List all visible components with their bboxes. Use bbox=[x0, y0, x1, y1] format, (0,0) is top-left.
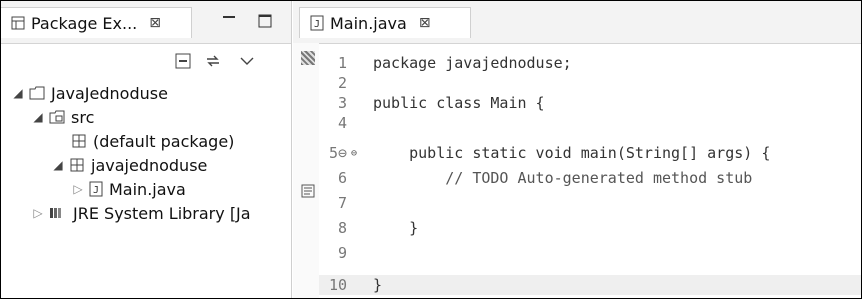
line-number: 8 bbox=[337, 219, 347, 237]
link-with-editor-icon[interactable] bbox=[201, 51, 225, 71]
tree-item-project[interactable]: ◢ JavaJednoduse bbox=[11, 81, 168, 105]
library-icon bbox=[49, 206, 67, 220]
code-editor[interactable]: 1 package javajednoduse; 2 3 public clas… bbox=[293, 43, 861, 298]
code-line: 7 bbox=[319, 193, 373, 213]
code-line: 5⊖ ⊖ public static void main(String[] ar… bbox=[319, 143, 770, 163]
line-number: 2 bbox=[337, 74, 347, 92]
code-line: 6 // TODO Auto-generated method stub bbox=[319, 168, 752, 188]
tab-main-java[interactable]: J Main.java ⊠ bbox=[299, 7, 471, 38]
tree-item-jre-library[interactable]: ▷ JRE System Library [Ja bbox=[31, 201, 251, 225]
code-text: } bbox=[373, 219, 419, 237]
tree-item-label: (default package) bbox=[93, 131, 235, 151]
package-icon bbox=[71, 133, 87, 149]
fold-icon[interactable]: ⊖ bbox=[347, 148, 361, 159]
minimize-button[interactable] bbox=[217, 11, 241, 31]
line-number: 7 bbox=[337, 194, 347, 212]
package-explorer-toolbar bbox=[1, 43, 291, 79]
line-number: 3 bbox=[337, 94, 347, 112]
tab-package-explorer[interactable]: Package Ex... ⊠ bbox=[1, 7, 192, 38]
package-icon bbox=[69, 157, 85, 173]
code-line: 10 } bbox=[319, 275, 382, 295]
current-line-highlight bbox=[319, 275, 861, 295]
code-text: } bbox=[373, 276, 383, 294]
code-line: 4 bbox=[319, 113, 373, 133]
code-text: public static void main(String[] args) { bbox=[373, 144, 771, 162]
tree-item-label: src bbox=[71, 107, 95, 127]
line-number: 6 bbox=[337, 169, 347, 187]
close-icon[interactable]: ⊠ bbox=[149, 15, 161, 31]
close-icon[interactable]: ⊠ bbox=[419, 15, 431, 31]
line-number: 10 bbox=[328, 276, 347, 294]
tree-item-label: javajednoduse bbox=[91, 155, 208, 175]
package-explorer-title: Package Ex... bbox=[31, 13, 138, 33]
tree-item-label: JRE System Library [Ja bbox=[73, 203, 251, 223]
code-text: // TODO Auto-generated method stub bbox=[373, 169, 753, 187]
line-number: 5⊖ bbox=[328, 144, 347, 162]
code-line: 2 bbox=[319, 73, 373, 93]
source-folder-icon bbox=[49, 110, 65, 124]
tree-item-main-java[interactable]: ▷ J Main.java bbox=[71, 177, 186, 201]
code-line: 8 } bbox=[319, 218, 418, 238]
tree-item-label: Main.java bbox=[109, 179, 186, 199]
java-file-icon: J bbox=[310, 15, 324, 31]
code-line: 9 bbox=[319, 243, 373, 263]
tree-item-label: JavaJednoduse bbox=[51, 83, 168, 103]
java-file-icon: J bbox=[89, 181, 103, 197]
collapse-icon[interactable]: ▷ bbox=[31, 206, 45, 220]
line-number: 1 bbox=[337, 54, 347, 72]
collapse-icon[interactable]: ▷ bbox=[71, 182, 85, 196]
code-text: public class Main { bbox=[373, 94, 545, 112]
editor-left-ruler bbox=[293, 43, 319, 298]
editor-tabbar: J Main.java ⊠ bbox=[293, 1, 861, 44]
line-number: 4 bbox=[337, 114, 347, 132]
tree-item-javajednoduse[interactable]: ◢ javajednoduse bbox=[51, 153, 207, 177]
editor-pane: J Main.java ⊠ 1 package javajednoduse; 2… bbox=[293, 1, 861, 298]
line-number: 9 bbox=[337, 244, 347, 262]
svg-text:J: J bbox=[314, 19, 320, 30]
ide-window: Package Ex... ⊠ ◢ JavaJednoduse ◢ src (d… bbox=[0, 0, 862, 299]
expand-icon[interactable]: ◢ bbox=[11, 86, 25, 100]
maximize-button[interactable] bbox=[253, 11, 277, 31]
expand-icon[interactable]: ◢ bbox=[31, 110, 45, 124]
svg-text:J: J bbox=[93, 185, 99, 196]
project-folder-icon bbox=[29, 86, 45, 100]
tree-item-src[interactable]: ◢ src bbox=[31, 105, 94, 129]
code-text: package javajednoduse; bbox=[373, 54, 572, 72]
task-marker-icon bbox=[301, 183, 315, 198]
code-line: 1 package javajednoduse; bbox=[319, 53, 572, 73]
overview-ruler-icon bbox=[301, 51, 315, 65]
collapse-all-icon[interactable] bbox=[171, 51, 195, 71]
editor-tab-title: Main.java bbox=[330, 13, 407, 33]
package-explorer-tabbar: Package Ex... ⊠ bbox=[1, 1, 291, 44]
view-menu-icon[interactable] bbox=[235, 51, 259, 71]
tree-item-default-package[interactable]: (default package) bbox=[71, 129, 234, 153]
package-explorer-pane: Package Ex... ⊠ ◢ JavaJednoduse ◢ src (d… bbox=[1, 1, 292, 298]
expand-icon[interactable]: ◢ bbox=[51, 158, 65, 172]
code-line: 3 public class Main { bbox=[319, 93, 545, 113]
package-explorer-icon bbox=[11, 16, 25, 30]
